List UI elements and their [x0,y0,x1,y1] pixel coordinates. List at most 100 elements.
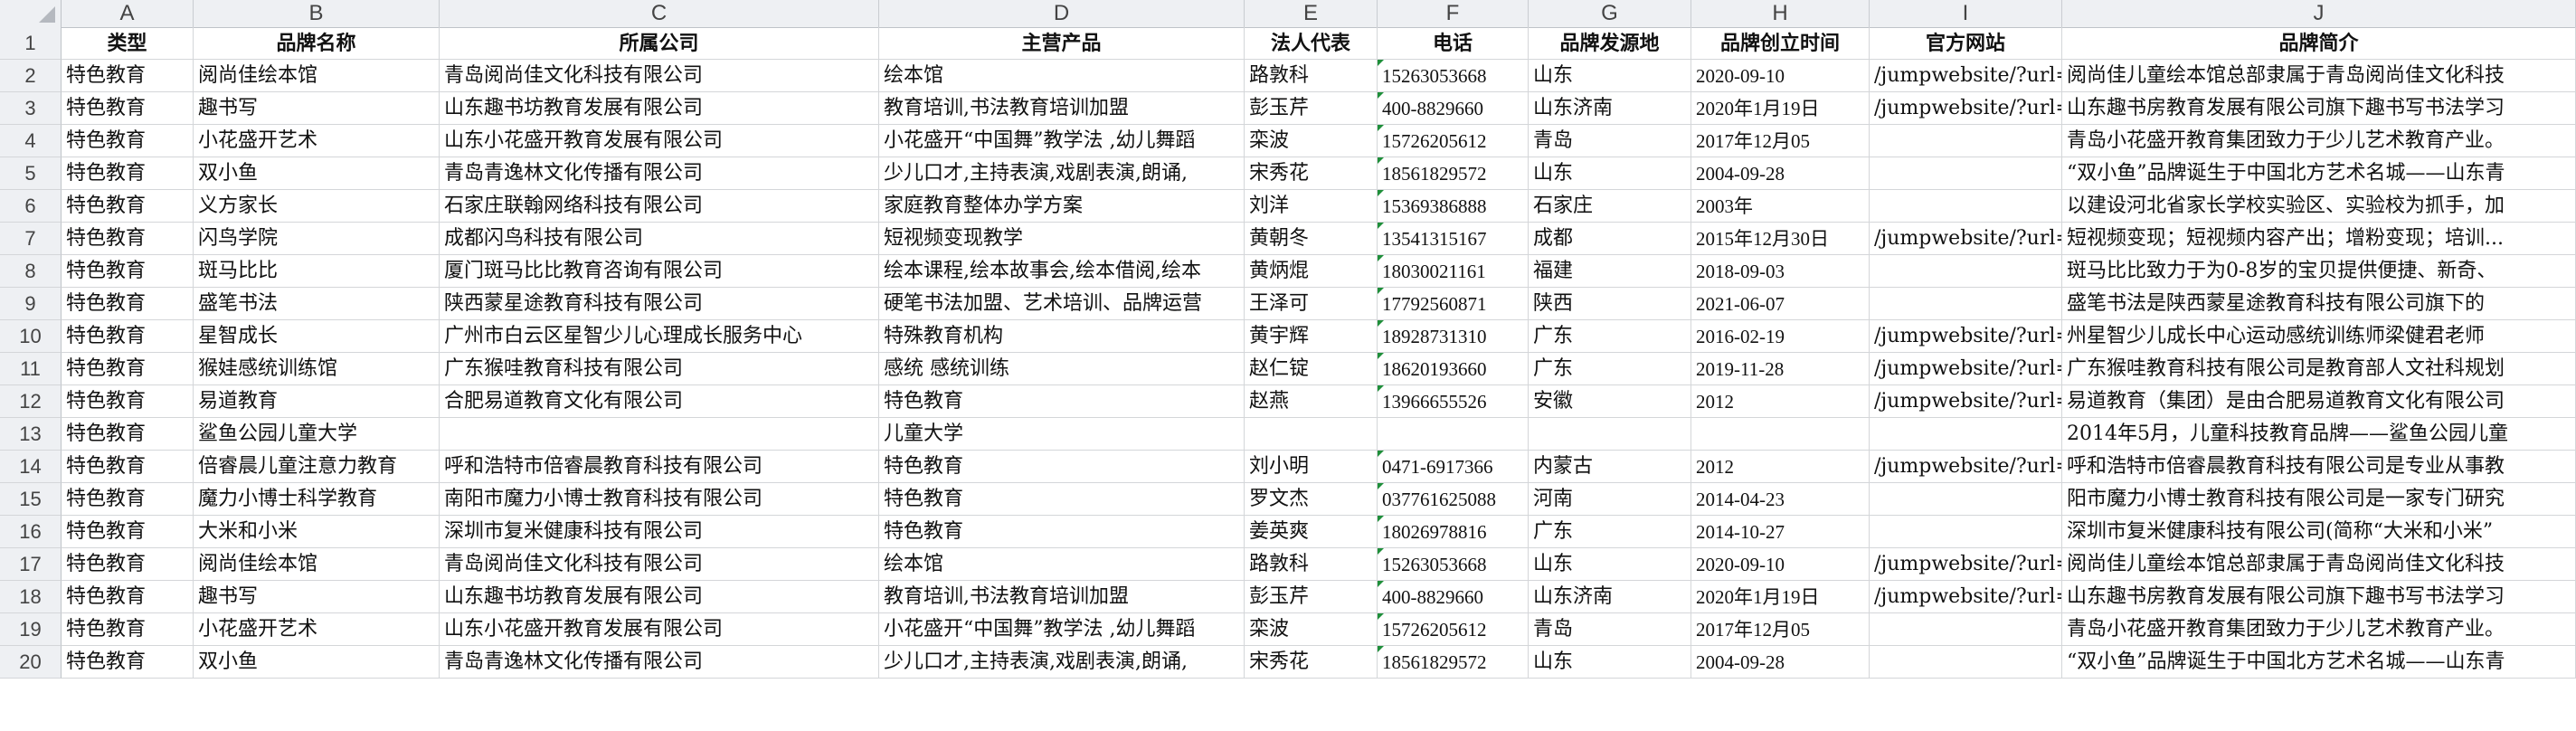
cell-b10[interactable]: 星智成长 [194,320,440,353]
cell-i12[interactable]: /jumpwebsite/?url= [1870,385,2062,418]
cell-c7[interactable]: 成都闪鸟科技有限公司 [440,223,879,255]
cell-j5[interactable]: “双小鱼”品牌诞生于中国北方艺术名城——山东青 [2062,157,2576,190]
cell-j12[interactable]: 易道教育（集团）是由合肥易道教育文化有限公司 [2062,385,2576,418]
cell-h7[interactable]: 2015年12月30日 [1691,223,1870,255]
cell-b11[interactable]: 猴娃感统训练馆 [194,353,440,385]
cell-g7[interactable]: 成都 [1529,223,1691,255]
row-number[interactable]: 5 [0,157,62,190]
cell-e12[interactable]: 赵燕 [1245,385,1378,418]
row-number[interactable]: 12 [0,385,62,418]
cell-j10[interactable]: 州星智少儿成长中心运动感统训练师梁健君老师 [2062,320,2576,353]
cell-g11[interactable]: 广东 [1529,353,1691,385]
cell-a2[interactable]: 特色教育 [62,60,194,92]
cell-a15[interactable]: 特色教育 [62,483,194,516]
cell-i5[interactable] [1870,157,2062,190]
cell-f10[interactable]: 18928731310 [1378,320,1529,353]
cell-g17[interactable]: 山东 [1529,548,1691,581]
cell-e1[interactable]: 法人代表 [1245,27,1378,60]
cell-a17[interactable]: 特色教育 [62,548,194,581]
cell-j14[interactable]: 呼和浩特市倍睿晨教育科技有限公司是专业从事教 [2062,451,2576,483]
cell-g14[interactable]: 内蒙古 [1529,451,1691,483]
cell-c17[interactable]: 青岛阅尚佳文化科技有限公司 [440,548,879,581]
cell-a3[interactable]: 特色教育 [62,92,194,125]
cell-c10[interactable]: 广州市白云区星智少儿心理成长服务中心 [440,320,879,353]
cell-i4[interactable] [1870,125,2062,157]
cell-d5[interactable]: 少儿口才,主持表演,戏剧表演,朗诵, [879,157,1245,190]
cell-c8[interactable]: 厦门斑马比比教育咨询有限公司 [440,255,879,288]
cell-c2[interactable]: 青岛阅尚佳文化科技有限公司 [440,60,879,92]
cell-a10[interactable]: 特色教育 [62,320,194,353]
cell-f14[interactable]: 0471-6917366 [1378,451,1529,483]
cell-d15[interactable]: 特色教育 [879,483,1245,516]
cell-d2[interactable]: 绘本馆 [879,60,1245,92]
cell-h13[interactable] [1691,418,1870,451]
row-number[interactable]: 7 [0,223,62,255]
cell-d14[interactable]: 特色教育 [879,451,1245,483]
cell-d13[interactable]: 儿童大学 [879,418,1245,451]
cell-h9[interactable]: 2021-06-07 [1691,288,1870,320]
cell-c16[interactable]: 深圳市复米健康科技有限公司 [440,516,879,548]
cell-a12[interactable]: 特色教育 [62,385,194,418]
cell-g1[interactable]: 品牌发源地 [1529,27,1691,60]
cell-g18[interactable]: 山东济南 [1529,581,1691,613]
cell-j8[interactable]: 斑马比比致力于为0-8岁的宝贝提供便捷、新奇、 [2062,255,2576,288]
column-header-c[interactable]: C [440,0,879,27]
cell-a1[interactable]: 类型 [62,27,194,60]
cell-e17[interactable]: 路敦科 [1245,548,1378,581]
cell-g13[interactable] [1529,418,1691,451]
cell-e11[interactable]: 赵仁锭 [1245,353,1378,385]
cell-e2[interactable]: 路敦科 [1245,60,1378,92]
cell-f7[interactable]: 13541315167 [1378,223,1529,255]
cell-b3[interactable]: 趣书写 [194,92,440,125]
cell-j20[interactable]: “双小鱼”品牌诞生于中国北方艺术名城——山东青 [2062,646,2576,679]
row-number[interactable]: 11 [0,353,62,385]
cell-f17[interactable]: 15263053668 [1378,548,1529,581]
spreadsheet-grid[interactable]: A B C D E F G H I J 1 类型 品牌名称 所属公司 主营产品 法人代表 电话 品牌发源地 品牌创立… [0,0,2576,731]
cell-e3[interactable]: 彭玉芹 [1245,92,1378,125]
cell-i7[interactable]: /jumpwebsite/?url= [1870,223,2062,255]
cell-j1[interactable]: 品牌简介 [2062,27,2576,60]
cell-c12[interactable]: 合肥易道教育文化有限公司 [440,385,879,418]
cell-c1[interactable]: 所属公司 [440,27,879,60]
cell-f3[interactable]: 400-8829660 [1378,92,1529,125]
cell-c11[interactable]: 广东猴哇教育科技有限公司 [440,353,879,385]
cell-g16[interactable]: 广东 [1529,516,1691,548]
row-number[interactable]: 17 [0,548,62,581]
cell-d19[interactable]: 小花盛开“中国舞”教学法 ,幼儿舞蹈 [879,613,1245,646]
cell-g2[interactable]: 山东 [1529,60,1691,92]
cell-d18[interactable]: 教育培训,书法教育培训加盟 [879,581,1245,613]
row-number[interactable]: 8 [0,255,62,288]
cell-f18[interactable]: 400-8829660 [1378,581,1529,613]
cell-g4[interactable]: 青岛 [1529,125,1691,157]
cell-h20[interactable]: 2004-09-28 [1691,646,1870,679]
cell-j9[interactable]: 盛笔书法是陕西蒙星途教育科技有限公司旗下的 [2062,288,2576,320]
cell-c4[interactable]: 山东小花盛开教育发展有限公司 [440,125,879,157]
cell-e13[interactable] [1245,418,1378,451]
cell-d8[interactable]: 绘本课程,绘本故事会,绘本借阅,绘本 [879,255,1245,288]
cell-e19[interactable]: 栾波 [1245,613,1378,646]
cell-j11[interactable]: 广东猴哇教育科技有限公司是教育部人文社科规划 [2062,353,2576,385]
cell-d17[interactable]: 绘本馆 [879,548,1245,581]
cell-i14[interactable]: /jumpwebsite/?url= [1870,451,2062,483]
cell-e14[interactable]: 刘小明 [1245,451,1378,483]
cell-a6[interactable]: 特色教育 [62,190,194,223]
cell-j7[interactable]: 短视频变现；短视频内容产出；增粉变现；培训... [2062,223,2576,255]
cell-h16[interactable]: 2014-10-27 [1691,516,1870,548]
column-header-i[interactable]: I [1870,0,2062,27]
cell-g5[interactable]: 山东 [1529,157,1691,190]
cell-b17[interactable]: 阅尚佳绘本馆 [194,548,440,581]
cell-c9[interactable]: 陕西蒙星途教育科技有限公司 [440,288,879,320]
cell-b19[interactable]: 小花盛开艺术 [194,613,440,646]
cell-h19[interactable]: 2017年12月05 [1691,613,1870,646]
cell-b18[interactable]: 趣书写 [194,581,440,613]
cell-e5[interactable]: 宋秀花 [1245,157,1378,190]
row-number[interactable]: 19 [0,613,62,646]
cell-e15[interactable]: 罗文杰 [1245,483,1378,516]
cell-i10[interactable]: /jumpwebsite/?url= [1870,320,2062,353]
cell-f1[interactable]: 电话 [1378,27,1529,60]
cell-a16[interactable]: 特色教育 [62,516,194,548]
cell-e18[interactable]: 彭玉芹 [1245,581,1378,613]
cell-d4[interactable]: 小花盛开“中国舞”教学法 ,幼儿舞蹈 [879,125,1245,157]
cell-h10[interactable]: 2016-02-19 [1691,320,1870,353]
cell-a8[interactable]: 特色教育 [62,255,194,288]
